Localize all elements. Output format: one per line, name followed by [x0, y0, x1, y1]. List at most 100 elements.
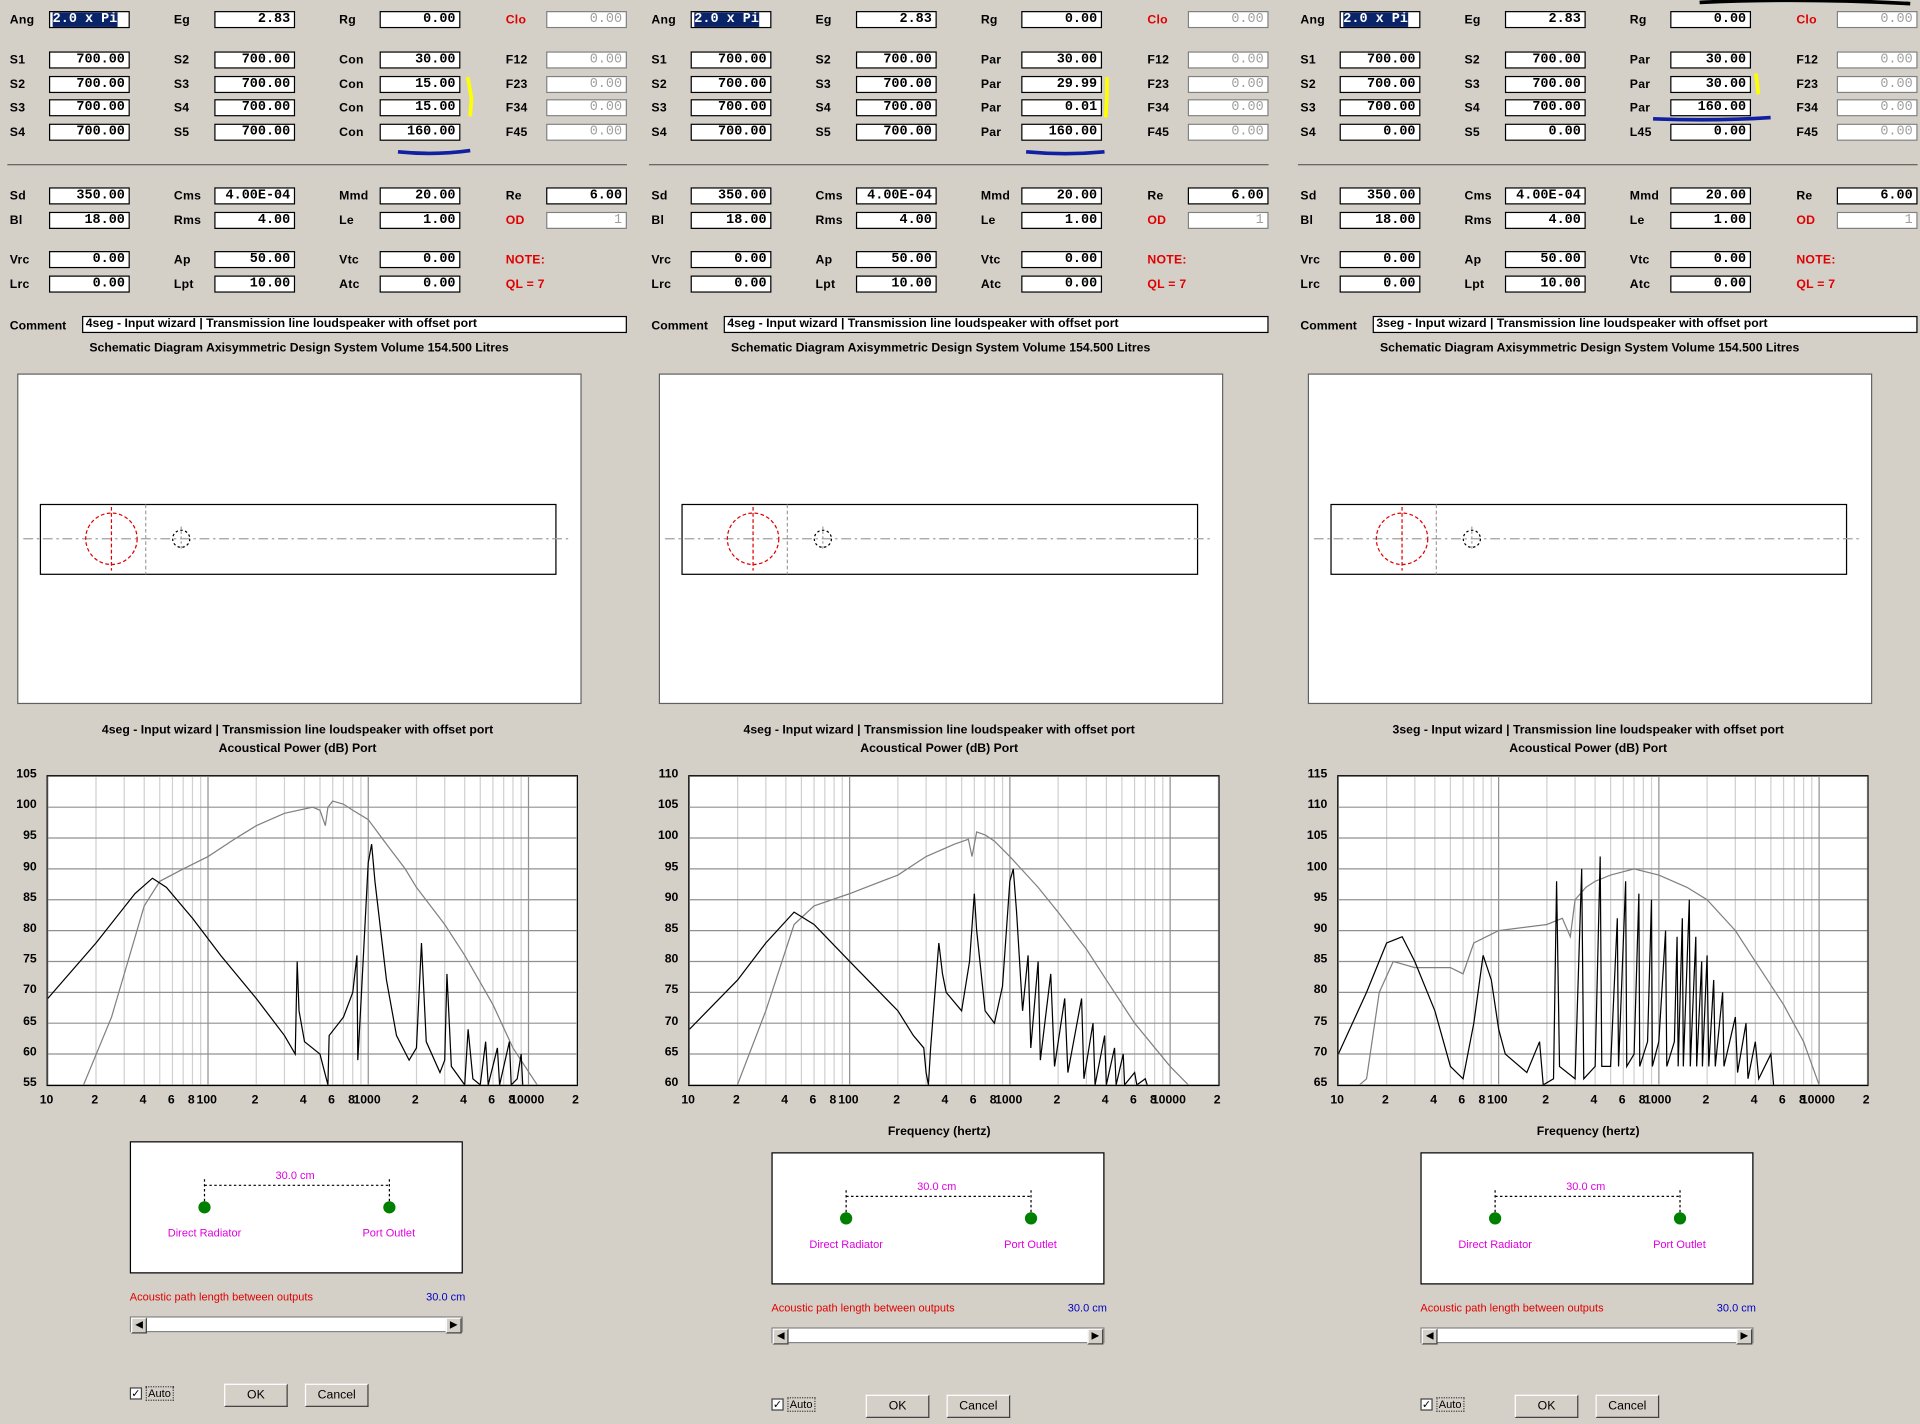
x-tick-label: 2: [91, 1093, 99, 1107]
comment-field[interactable]: 3seg - Input wizard | Transmission line …: [1372, 315, 1918, 334]
atc-field[interactable]: 0.00: [1670, 275, 1752, 293]
x-tick-label: 10000: [510, 1093, 545, 1107]
rms-field[interactable]: 4.00: [1504, 211, 1586, 229]
ap-field[interactable]: 50.00: [1504, 251, 1586, 269]
y-tick-label: 80: [664, 952, 679, 967]
bl-field[interactable]: 18.00: [48, 211, 130, 229]
atc-field[interactable]: 0.00: [379, 275, 461, 293]
direct-radiator-dot: [840, 1212, 853, 1225]
auto-checkbox[interactable]: ✓: [771, 1398, 784, 1411]
atc-field[interactable]: 0.00: [1021, 275, 1103, 293]
x-tick-label: 2: [1213, 1093, 1221, 1107]
x-tick-label: 10: [1330, 1093, 1344, 1107]
path-caption: Acoustic path length between outputs: [1420, 1301, 1604, 1314]
app-window: Ang 2.0 x Pi Eg 2.83 Rg 0.00 Clo 0.00 S1 700.00 S2…: [0, 0, 1920, 1424]
lpt-field[interactable]: 10.00: [1504, 275, 1586, 293]
lrc-field[interactable]: 0.00: [1339, 275, 1421, 293]
comment-field[interactable]: 4seg - Input wizard | Transmission line …: [82, 315, 627, 334]
x-tick-label: 1000: [353, 1093, 381, 1107]
y-tick-label: 65: [1313, 1076, 1328, 1090]
y-tick-label: 70: [664, 1014, 679, 1029]
auto-label: Auto: [1436, 1397, 1464, 1412]
label-od: OD: [505, 214, 525, 228]
port-outlet-dot: [383, 1201, 396, 1214]
y-tick-label: 95: [664, 860, 679, 874]
auto-checkbox[interactable]: ✓: [1420, 1398, 1433, 1411]
le-field[interactable]: 1.00: [379, 211, 461, 229]
scroll-left-button[interactable]: ◀: [131, 1317, 147, 1334]
lrc-field[interactable]: 0.00: [48, 275, 130, 293]
le-field[interactable]: 1.00: [1021, 211, 1103, 229]
schematic-tabs[interactable]: Schematic Diagram Axisymmetric Design Sy…: [89, 342, 508, 355]
cancel-button[interactable]: Cancel: [1595, 1394, 1660, 1418]
comment-field[interactable]: 4seg - Input wizard | Transmission line …: [723, 315, 1269, 334]
x-tick-label: 10000: [1151, 1093, 1186, 1107]
lpt-field[interactable]: 10.00: [214, 275, 296, 293]
label-note: NOTE:: [1147, 253, 1187, 267]
series-line-1: [47, 844, 524, 1087]
od-field[interactable]: 1: [546, 211, 627, 229]
y-tick-label: 75: [1313, 1014, 1328, 1029]
ap-field[interactable]: 50.00: [214, 251, 296, 269]
label-od: OD: [1796, 214, 1816, 228]
label-note: NOTE:: [1796, 253, 1836, 267]
vtc-field[interactable]: 0.00: [1021, 251, 1103, 269]
label-vtc: Vtc: [339, 253, 359, 267]
chart-subtitle: Acoustical Power (dB) Port: [860, 742, 1019, 756]
cancel-button[interactable]: Cancel: [304, 1383, 369, 1407]
scroll-left-button[interactable]: ◀: [772, 1328, 789, 1345]
vrc-field[interactable]: 0.00: [1339, 251, 1421, 269]
schematic-diagram: [17, 373, 582, 705]
scroll-right-button[interactable]: ▶: [445, 1317, 462, 1334]
ok-button[interactable]: OK: [1514, 1394, 1579, 1418]
scroll-right-button[interactable]: ▶: [1087, 1328, 1104, 1345]
label-lpt: Lpt: [173, 277, 194, 292]
y-tick-label: 110: [1307, 798, 1328, 813]
vtc-field[interactable]: 0.00: [379, 251, 461, 269]
y-tick-label: 80: [23, 922, 37, 936]
scroll-left-button[interactable]: ◀: [1421, 1328, 1438, 1345]
ok-button[interactable]: OK: [865, 1394, 930, 1418]
cancel-button[interactable]: Cancel: [946, 1394, 1011, 1418]
frequency-response-chart: [1337, 775, 1869, 1104]
bl-field[interactable]: 18.00: [690, 211, 772, 229]
port-outlet-label: Port Outlet: [1004, 1237, 1057, 1251]
vtc-field[interactable]: 0.00: [1670, 251, 1752, 269]
y-tick-label: 70: [1313, 1045, 1328, 1059]
lpt-field[interactable]: 10.00: [855, 275, 937, 293]
vrc-field[interactable]: 0.00: [48, 251, 130, 269]
rms-field[interactable]: 4.00: [855, 211, 937, 229]
od-field[interactable]: 1: [1836, 211, 1918, 229]
chart-title: 4seg - Input wizard | Transmission line …: [743, 723, 1135, 738]
od-field[interactable]: 1: [1187, 211, 1269, 229]
path-readout: 30.0 cm: [1067, 1301, 1107, 1314]
path-scrollbar[interactable]: ◀ ▶: [771, 1327, 1105, 1345]
lrc-field[interactable]: 0.00: [690, 275, 772, 293]
auto-checkbox[interactable]: ✓: [129, 1387, 143, 1400]
y-tick-label: 95: [23, 829, 37, 843]
bl-field[interactable]: 18.00: [1339, 211, 1421, 229]
schematic-tabs[interactable]: Schematic Diagram Axisymmetric Design Sy…: [1380, 342, 1799, 355]
le-field[interactable]: 1.00: [1670, 211, 1752, 229]
rms-field[interactable]: 4.00: [214, 211, 296, 229]
x-tick-label: 2: [1381, 1093, 1389, 1107]
chart-svg: [688, 775, 1219, 1105]
top-scribble: [1699, 0, 1911, 6]
y-tick-label: 65: [23, 1014, 37, 1029]
ap-field[interactable]: 50.00: [855, 251, 937, 269]
label-le: Le: [1629, 214, 1645, 228]
frequency-response-chart: [688, 775, 1220, 1105]
x-tick-label: 100: [1487, 1093, 1508, 1107]
label-note: NOTE:: [505, 253, 546, 267]
scroll-right-button[interactable]: ▶: [1736, 1328, 1753, 1345]
schematic-tabs[interactable]: Schematic Diagram Axisymmetric Design Sy…: [731, 342, 1150, 355]
path-scrollbar[interactable]: ◀ ▶: [129, 1316, 463, 1334]
label-comment: Comment: [1300, 319, 1357, 334]
vrc-field[interactable]: 0.00: [690, 251, 772, 269]
label-comment: Comment: [9, 319, 67, 334]
path-readout: 30.0 cm: [1716, 1301, 1756, 1314]
label-vtc: Vtc: [980, 253, 1001, 267]
ok-button[interactable]: OK: [224, 1383, 288, 1407]
x-tick-label: 10: [39, 1093, 54, 1107]
path-scrollbar[interactable]: ◀ ▶: [1420, 1327, 1754, 1345]
